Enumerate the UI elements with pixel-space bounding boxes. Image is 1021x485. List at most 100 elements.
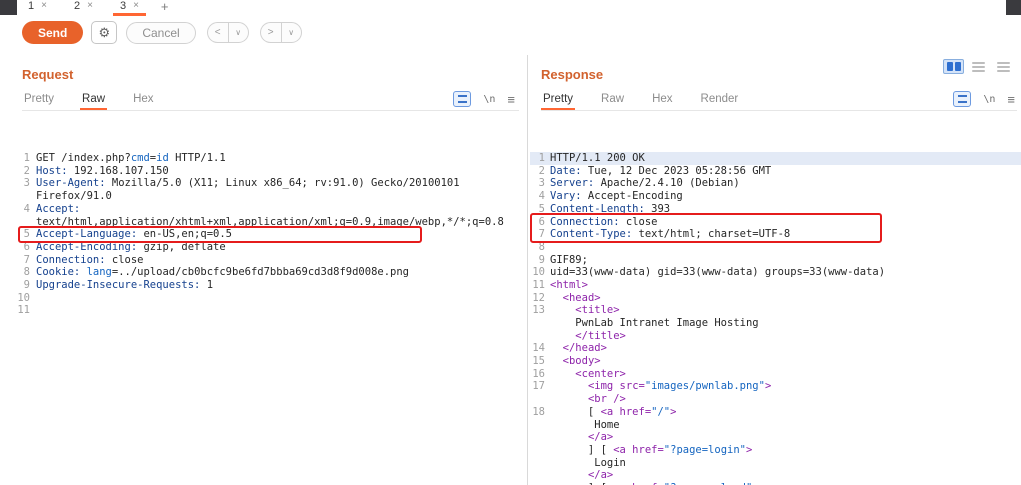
code-token: <br /> xyxy=(587,393,626,406)
code-line[interactable]: 12 <head> xyxy=(530,292,1021,305)
code-token: HTTP/1.1 xyxy=(168,152,226,165)
code-line[interactable]: 2 Host: 192.168.107.150 xyxy=(16,165,525,178)
line-number: 4 xyxy=(538,190,545,203)
repeater-tab-1[interactable]: 1 × xyxy=(21,0,54,16)
code-line[interactable]: 15 <body> xyxy=(530,355,1021,368)
forward-button[interactable]: > xyxy=(259,22,281,43)
nonprintable-chars-icon[interactable]: \n xyxy=(983,94,995,105)
tab-hex[interactable]: Hex xyxy=(650,90,674,110)
line-content: Login xyxy=(550,457,626,470)
tab-pretty[interactable]: Pretty xyxy=(541,90,576,110)
editor-menu-icon[interactable]: ≡ xyxy=(1007,93,1015,106)
code-line[interactable]: 16 <center> xyxy=(530,368,1021,381)
code-token: Vary: xyxy=(550,190,582,203)
response-viewer[interactable]: 1 HTTP/1.1 200 OK 2 Date: Tue, 12 Dec 2023 … xyxy=(530,114,1021,485)
back-button[interactable]: < xyxy=(206,22,228,43)
line-number: 15 xyxy=(532,355,545,368)
code-token: PwnLab Intranet Image Hosting xyxy=(550,317,759,330)
code-line[interactable]: </a> xyxy=(530,469,1021,482)
code-line[interactable]: </a> xyxy=(530,431,1021,444)
code-token: cmd xyxy=(130,152,150,165)
code-line[interactable]: 17 <img src="images/pwnlab.png"> xyxy=(530,380,1021,393)
code-line[interactable]: 1 HTTP/1.1 200 OK xyxy=(530,152,1021,165)
code-line[interactable]: 13 <title> xyxy=(530,304,1021,317)
code-line[interactable]: 3 User-Agent: Mozilla/5.0 (X11; Linux x86… xyxy=(16,177,525,190)
line-content: <title> xyxy=(550,304,620,317)
close-tab-icon[interactable]: × xyxy=(41,0,47,12)
line-number: 18 xyxy=(532,405,545,418)
code-token: <title> xyxy=(575,304,620,317)
line-number: 8 xyxy=(23,266,30,279)
code-line[interactable]: Home xyxy=(530,419,1021,432)
code-line[interactable]: 9 GIF89; xyxy=(530,254,1021,267)
line-content: Vary: Accept-Encoding xyxy=(550,190,683,203)
code-line[interactable]: 11 <html> xyxy=(530,279,1021,292)
cancel-button[interactable]: Cancel xyxy=(126,21,196,44)
single-view-icon[interactable] xyxy=(993,59,1014,74)
code-line[interactable]: 8 Cookie: lang=../upload/cb0bcfc9be6fd7bb… xyxy=(16,266,525,279)
gear-icon: ⚙ xyxy=(98,24,111,40)
code-line[interactable]: Login xyxy=(530,457,1021,470)
code-line[interactable]: 4 Accept: xyxy=(16,203,525,216)
forward-dropdown-button[interactable]: ∨ xyxy=(280,22,302,43)
code-line[interactable]: 10 xyxy=(16,292,525,305)
code-line[interactable]: 7 Connection: close xyxy=(16,254,525,267)
line-content: </a> xyxy=(550,431,613,444)
code-token: <html> xyxy=(550,278,588,291)
tab-pretty[interactable]: Pretty xyxy=(22,90,56,110)
split-columns-view-icon[interactable] xyxy=(943,59,964,74)
repeater-tab-2[interactable]: 2 × xyxy=(67,0,100,16)
line-content: </a> xyxy=(550,469,613,482)
rows-view-icon[interactable] xyxy=(968,59,989,74)
line-number xyxy=(530,317,545,330)
code-line[interactable]: 14 </head> xyxy=(530,342,1021,355)
send-button[interactable]: Send xyxy=(22,21,84,44)
send-settings-button[interactable]: ⚙ xyxy=(91,21,118,44)
request-editor[interactable]: 1 GET /index.php?cmd=id HTTP/1.1 2 Host: 19… xyxy=(16,114,525,485)
close-tab-icon[interactable]: × xyxy=(87,0,93,12)
line-content: User-Agent: Mozilla/5.0 (X11; Linux x86_… xyxy=(36,177,460,190)
tab-render[interactable]: Render xyxy=(699,90,741,110)
tab-raw[interactable]: Raw xyxy=(599,90,626,110)
panel-splitter[interactable] xyxy=(527,55,528,485)
code-token: Login xyxy=(550,456,626,469)
back-dropdown-button[interactable]: ∨ xyxy=(227,22,249,43)
code-token: <a href= xyxy=(600,405,652,418)
line-number: 17 xyxy=(532,380,545,393)
code-token: Home xyxy=(550,418,620,431)
code-line[interactable]: Firefox/91.0 xyxy=(16,190,525,203)
repeater-tab-label: 3 xyxy=(119,0,127,12)
nonprintable-chars-icon[interactable]: \n xyxy=(483,94,495,105)
code-line[interactable]: 2 Date: Tue, 12 Dec 2023 05:28:56 GMT xyxy=(530,165,1021,178)
wrap-lines-icon[interactable] xyxy=(453,91,472,107)
editor-menu-icon[interactable]: ≡ xyxy=(507,93,515,106)
request-editor-icons: \n ≡ xyxy=(453,91,515,107)
repeater-tab-3[interactable]: 3 × xyxy=(112,0,146,16)
tab-hex[interactable]: Hex xyxy=(131,90,155,110)
code-line[interactable]: 10 uid=33(www-data) gid=33(www-data) grou… xyxy=(530,266,1021,279)
code-line[interactable]: 9 Upgrade-Insecure-Requests: 1 xyxy=(16,279,525,292)
code-line[interactable]: 1 GET /index.php?cmd=id HTTP/1.1 xyxy=(16,152,525,165)
code-line[interactable]: PwnLab Intranet Image Hosting xyxy=(530,317,1021,330)
code-line[interactable]: </title> xyxy=(530,330,1021,343)
code-token: HTTP/1.1 200 OK xyxy=(550,152,645,165)
request-toolbar: Send ⚙ Cancel < ∨ > ∨ xyxy=(22,21,302,44)
code-line[interactable]: 3 Server: Apache/2.4.10 (Debian) xyxy=(530,177,1021,190)
chevron-down-icon: ∨ xyxy=(235,28,242,37)
code-line[interactable]: 18 [ <a href="/"> xyxy=(530,406,1021,419)
code-token: Tue, 12 Dec 2023 05:28:56 GMT xyxy=(581,164,772,177)
code-line[interactable]: 11 xyxy=(16,304,525,317)
line-number xyxy=(530,457,545,470)
code-line[interactable]: 4 Vary: Accept-Encoding xyxy=(530,190,1021,203)
line-number xyxy=(530,330,545,343)
tab-raw[interactable]: Raw xyxy=(80,90,108,110)
close-tab-icon[interactable]: × xyxy=(133,0,139,12)
window-edge-right xyxy=(1006,0,1021,15)
code-line[interactable]: <br /> xyxy=(530,393,1021,406)
add-tab-button[interactable]: + xyxy=(159,0,174,16)
wrap-lines-icon[interactable] xyxy=(953,91,972,107)
line-number xyxy=(16,190,30,203)
code-line[interactable]: ] [ <a href="?page=login"> xyxy=(530,444,1021,457)
line-number xyxy=(530,469,545,482)
repeater-tab-label: 2 xyxy=(73,0,81,12)
